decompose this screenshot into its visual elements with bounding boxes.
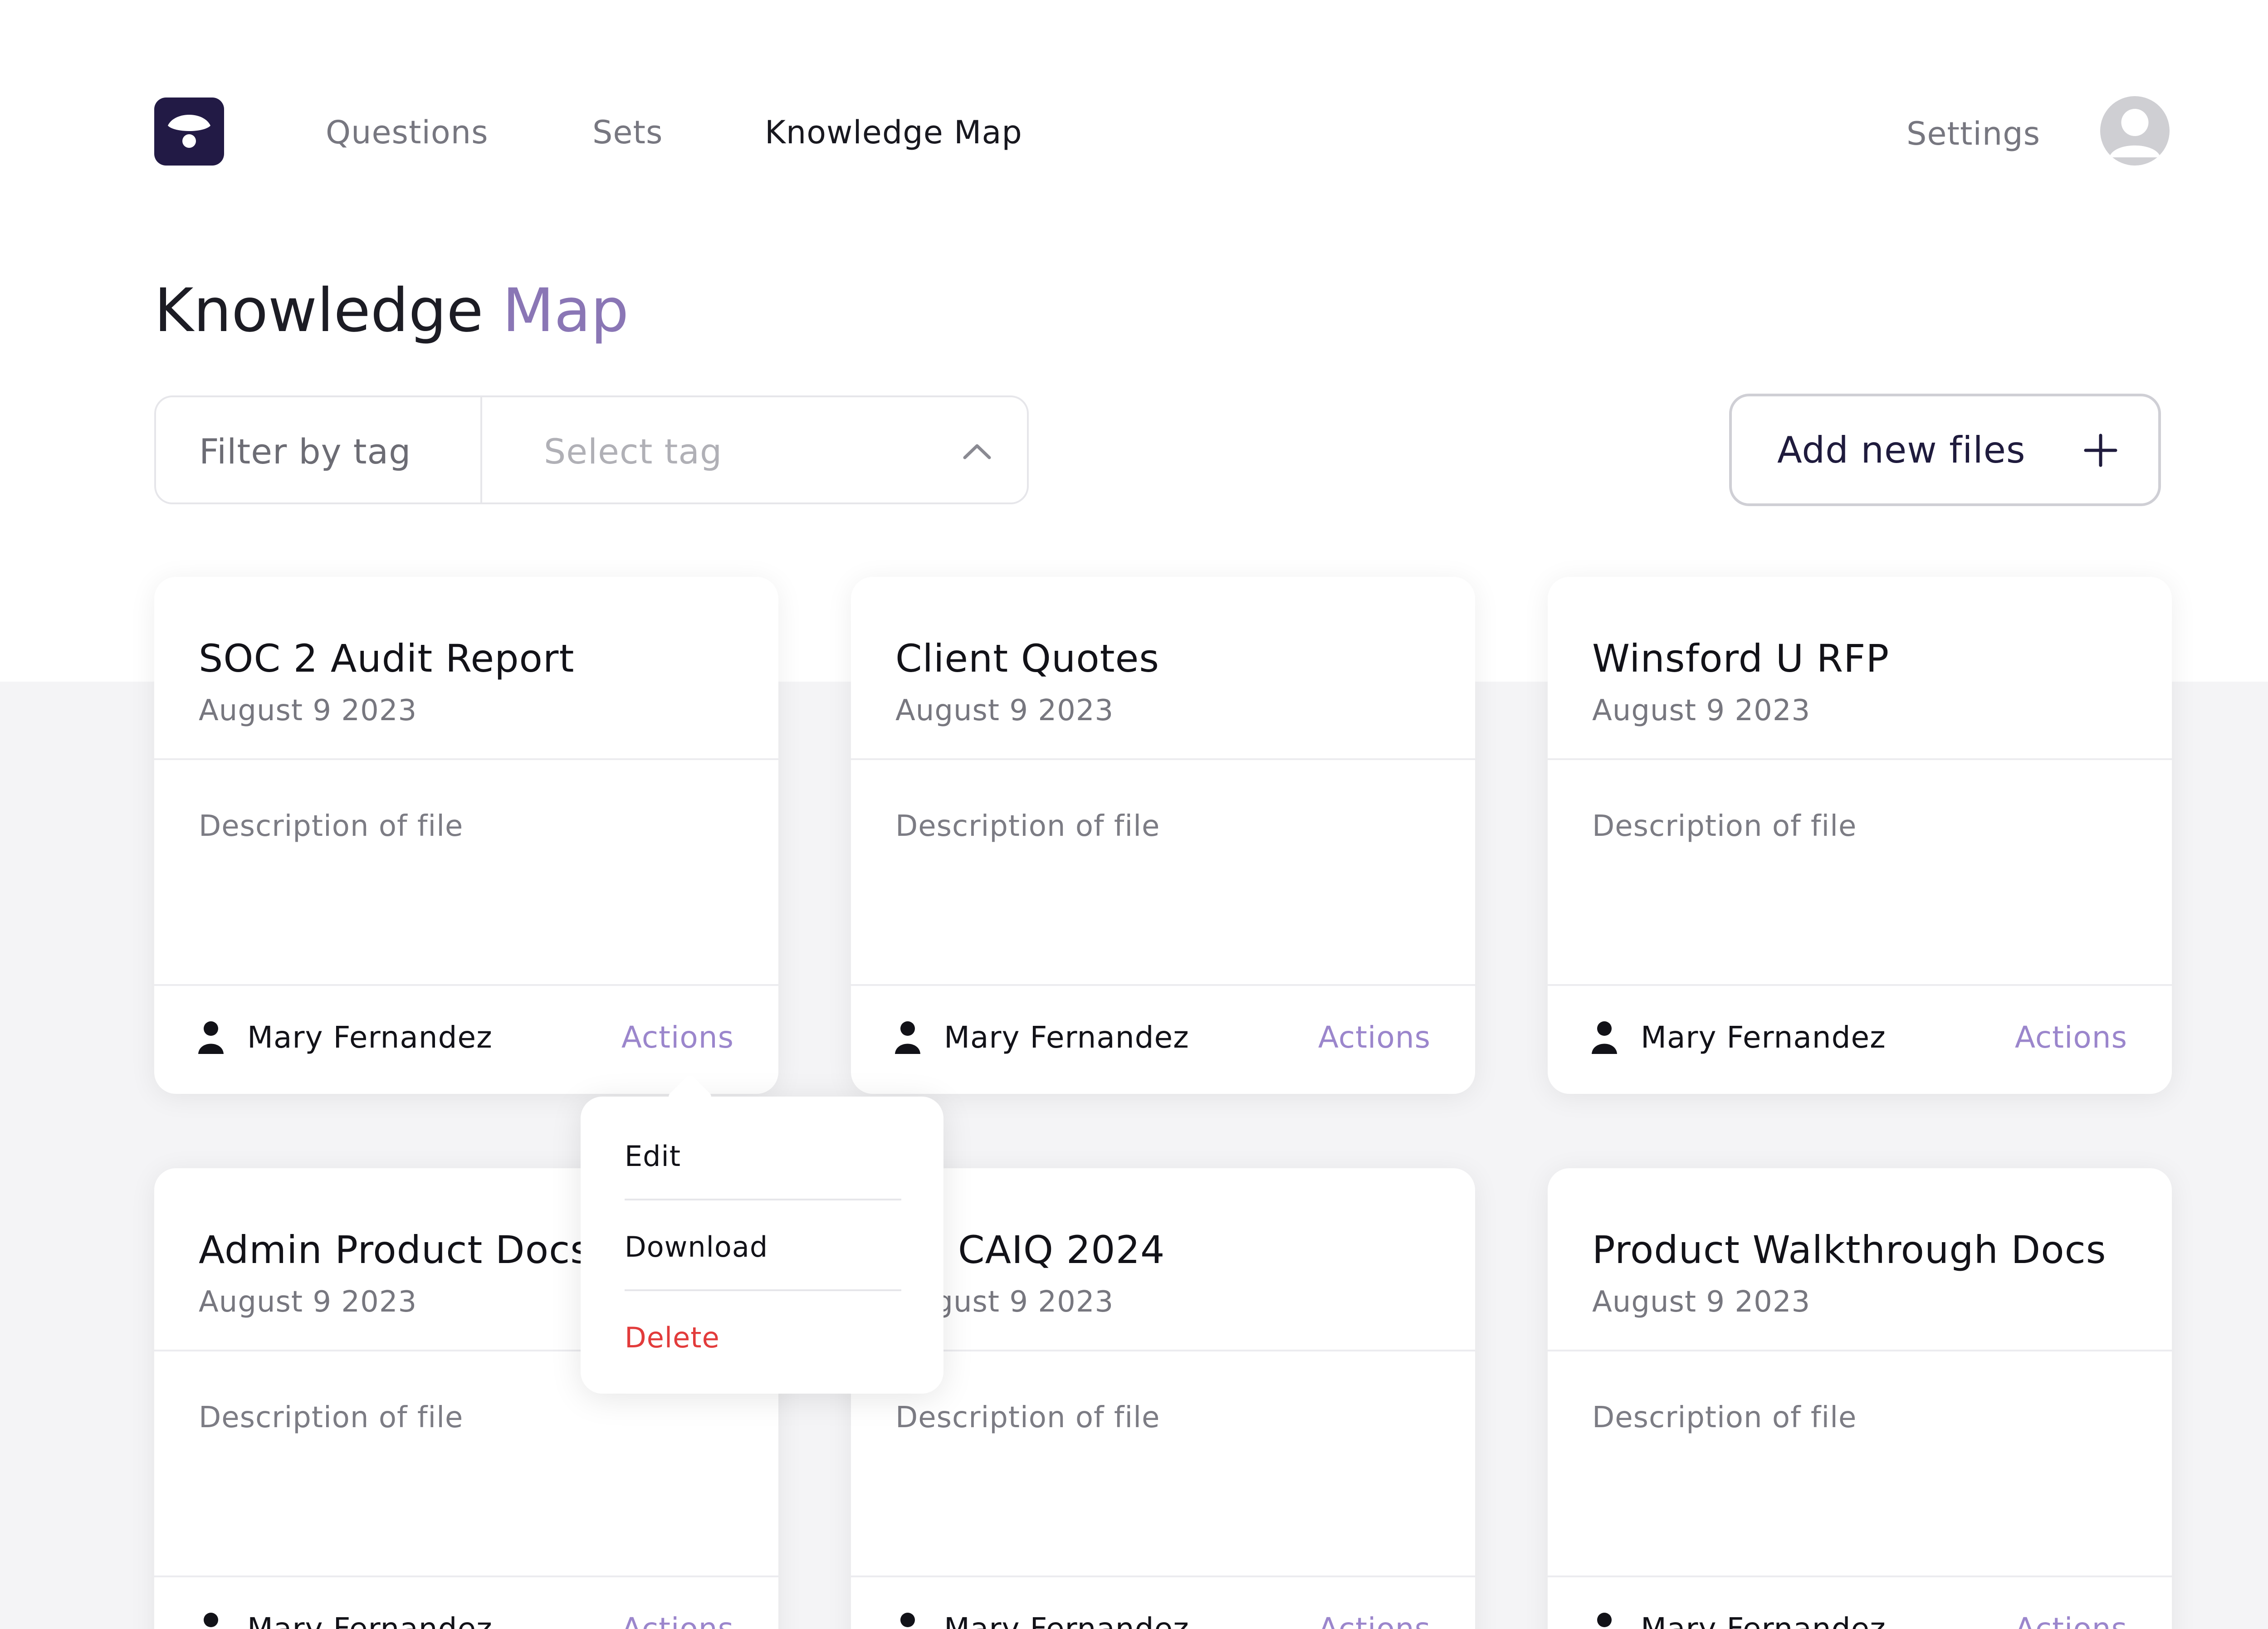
menu-item-download[interactable]: Download (625, 1229, 768, 1265)
tag-filter: Filter by tag Select tag (154, 395, 1029, 504)
file-card[interactable]: Product Walkthrough Docs August 9 2023 D… (1548, 1168, 2172, 1629)
card-divider (154, 1575, 778, 1577)
card-divider (1548, 1575, 2172, 1577)
card-actions-link[interactable]: Actions (1318, 1019, 1431, 1056)
app-logo[interactable] (154, 98, 224, 166)
card-actions-link[interactable]: Actions (2015, 1019, 2127, 1056)
card-date: August 9 2023 (199, 694, 417, 727)
card-owner: Mary Fernandez (247, 1020, 493, 1055)
card-description: Description of file (199, 810, 464, 843)
card-date: August 9 2023 (199, 1285, 417, 1319)
card-title: Admin Product Docs (199, 1228, 591, 1272)
card-title: Client Quotes (895, 636, 1160, 681)
user-avatar-icon[interactable] (2100, 96, 2170, 166)
file-card[interactable]: CAIQ 2024 August 9 2023 Description of f… (851, 1168, 1475, 1629)
card-divider (851, 1350, 1475, 1351)
user-icon (1592, 1021, 1617, 1054)
card-divider (851, 758, 1475, 760)
filter-label: Filter by tag (199, 431, 411, 472)
card-title: Winsford U RFP (1592, 636, 1890, 681)
menu-divider (625, 1199, 901, 1200)
card-actions-link[interactable]: Actions (621, 1611, 734, 1629)
user-icon (198, 1021, 224, 1054)
card-date: August 9 2023 (895, 694, 1114, 727)
card-divider (1548, 1350, 2172, 1351)
card-description: Description of file (895, 1401, 1160, 1434)
nav-knowledge-map[interactable]: Knowledge Map (765, 114, 1022, 151)
card-owner: Mary Fernandez (944, 1020, 1189, 1055)
nav-settings[interactable]: Settings (1906, 116, 2040, 152)
user-icon (900, 1613, 915, 1627)
card-title: CAIQ 2024 (958, 1228, 1165, 1272)
card-description: Description of file (1592, 1401, 1857, 1434)
card-actions-link[interactable]: Actions (621, 1019, 734, 1056)
user-icon (895, 1021, 920, 1054)
card-divider (154, 984, 778, 986)
card-actions-link[interactable]: Actions (2015, 1611, 2127, 1629)
menu-item-delete[interactable]: Delete (625, 1320, 720, 1356)
card-title: Product Walkthrough Docs (1592, 1228, 2107, 1272)
add-new-files-label: Add new files (1777, 429, 2026, 471)
card-description: Description of file (199, 1401, 464, 1434)
page-title-accent: Map (502, 276, 629, 346)
card-divider (1548, 758, 2172, 760)
file-card[interactable]: Client Quotes August 9 2023 Description … (851, 577, 1475, 1094)
card-title: SOC 2 Audit Report (199, 636, 575, 681)
chevron-up-icon[interactable] (957, 431, 997, 472)
card-owner: Mary Fernandez (1641, 1611, 1886, 1629)
user-icon (1597, 1613, 1612, 1627)
filter-divider (480, 397, 482, 502)
plus-icon (2084, 434, 2117, 467)
nav-questions[interactable]: Questions (326, 114, 489, 151)
add-new-files-button[interactable]: Add new files (1729, 394, 2161, 506)
card-divider (851, 984, 1475, 986)
card-divider (851, 1575, 1475, 1577)
user-icon (204, 1613, 218, 1627)
tag-select[interactable]: Select tag (544, 431, 722, 472)
logo-icon (168, 115, 210, 148)
card-owner: Mary Fernandez (1641, 1020, 1886, 1055)
card-date: August 9 2023 (1592, 694, 1811, 727)
card-owner: Mary Fernandez (247, 1611, 493, 1629)
menu-divider (625, 1289, 901, 1291)
file-card[interactable]: Winsford U RFP August 9 2023 Description… (1548, 577, 2172, 1094)
card-description: Description of file (1592, 810, 1857, 843)
card-divider (1548, 984, 2172, 986)
menu-item-edit[interactable]: Edit (625, 1138, 681, 1175)
card-owner: Mary Fernandez (944, 1611, 1189, 1629)
actions-menu: Edit Download Delete (581, 1073, 943, 1394)
card-date: August 9 2023 (1592, 1285, 1811, 1319)
file-card[interactable]: SOC 2 Audit Report August 9 2023 Descrip… (154, 577, 778, 1094)
card-actions-link[interactable]: Actions (1318, 1611, 1431, 1629)
page-title-main: Knowledge (154, 276, 503, 346)
page-title: Knowledge Map (154, 274, 629, 347)
card-description: Description of file (895, 810, 1160, 843)
nav-sets[interactable]: Sets (592, 114, 663, 151)
card-divider (154, 758, 778, 760)
